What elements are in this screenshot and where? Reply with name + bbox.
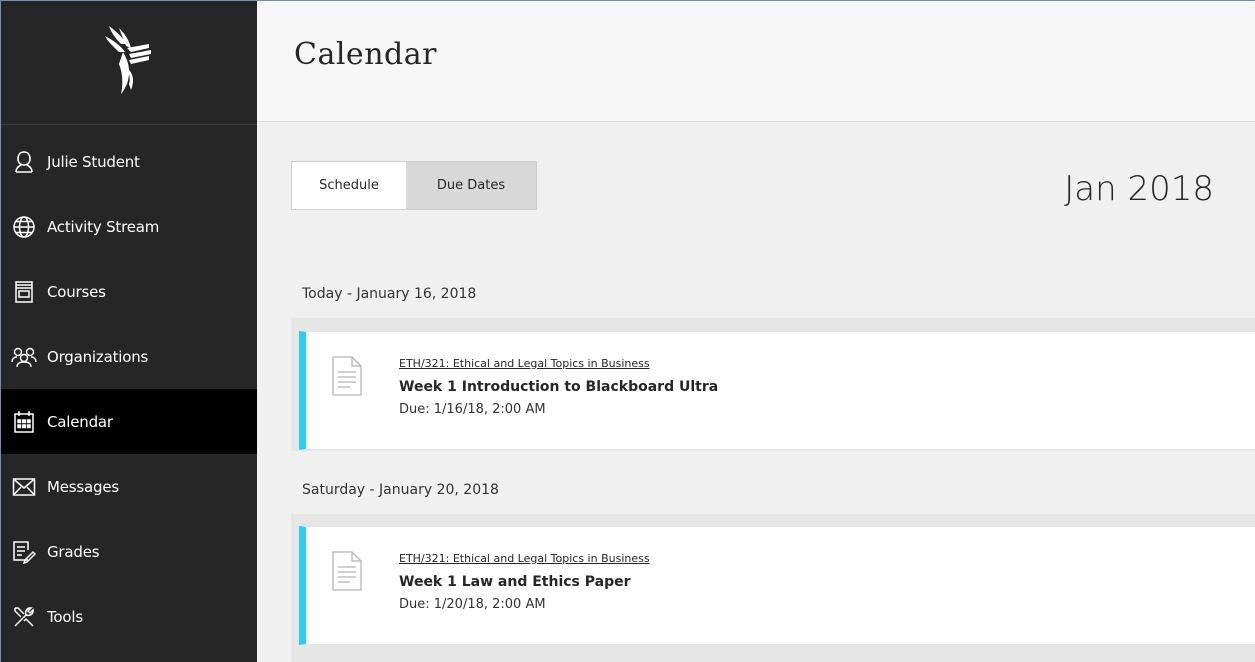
- document-icon: [332, 356, 362, 400]
- sidebar-item-label: Organizations: [47, 347, 149, 366]
- envelope-icon: [11, 474, 37, 500]
- document-icon: [332, 551, 362, 595]
- calendar-icon: [11, 409, 37, 435]
- event-due-date: Due: 1/16/18, 2:00 AM: [399, 402, 546, 417]
- event-course-link[interactable]: ETH/321: Ethical and Legal Topics in Bus…: [399, 357, 650, 370]
- sidebar-item-profile[interactable]: Julie Student: [1, 129, 257, 194]
- sidebar-item-label: Grades: [47, 542, 100, 561]
- event-card[interactable]: ETH/321: Ethical and Legal Topics in Bus…: [299, 331, 1255, 450]
- page-title: Calendar: [294, 37, 437, 72]
- tab-schedule[interactable]: Schedule: [292, 162, 406, 209]
- organizations-icon: [11, 344, 37, 370]
- sidebar-item-label: Tools: [47, 607, 83, 626]
- sidebar-item-label: Courses: [47, 282, 106, 301]
- tools-icon: [11, 604, 37, 630]
- sidebar-item-label: Messages: [47, 477, 119, 496]
- event-title[interactable]: Week 1 Law and Ethics Paper: [399, 574, 631, 590]
- view-tabs: Schedule Due Dates: [291, 161, 537, 210]
- sidebar-item-courses[interactable]: Courses: [1, 259, 257, 324]
- day-header: Today - January 16, 2018: [302, 286, 477, 302]
- sidebar: Julie Student Activity Stream Courses Or…: [1, 1, 257, 662]
- sidebar-item-label: Julie Student: [47, 152, 140, 171]
- event-due-date: Due: 1/20/18, 2:00 AM: [399, 597, 546, 612]
- sidebar-item-messages[interactable]: Messages: [1, 454, 257, 519]
- courses-icon: [11, 279, 37, 305]
- sidebar-item-calendar[interactable]: Calendar: [1, 389, 257, 454]
- event-course-link[interactable]: ETH/321: Ethical and Legal Topics in Bus…: [399, 552, 650, 565]
- phoenix-logo-icon: [105, 25, 151, 94]
- sidebar-item-organizations[interactable]: Organizations: [1, 324, 257, 389]
- sidebar-item-tools[interactable]: Tools: [1, 584, 257, 649]
- grades-icon: [11, 539, 37, 565]
- main-content: Calendar Schedule Due Dates Jan 2018 Tod…: [257, 1, 1255, 662]
- sidebar-item-label: Calendar: [47, 412, 113, 431]
- user-icon: [11, 149, 37, 175]
- globe-icon: [11, 214, 37, 240]
- app-window: Julie Student Activity Stream Courses Or…: [0, 0, 1255, 662]
- event-card[interactable]: ETH/321: Ethical and Legal Topics in Bus…: [299, 526, 1255, 645]
- logo[interactable]: [1, 1, 257, 125]
- sidebar-item-grades[interactable]: Grades: [1, 519, 257, 584]
- month-label: Jan 2018: [1064, 169, 1214, 209]
- tab-due-dates[interactable]: Due Dates: [406, 162, 536, 209]
- event-title[interactable]: Week 1 Introduction to Blackboard Ultra: [399, 379, 718, 395]
- sidebar-item-label: Activity Stream: [47, 217, 160, 236]
- page-header: Calendar: [257, 1, 1255, 122]
- sidebar-item-activity-stream[interactable]: Activity Stream: [1, 194, 257, 259]
- day-header: Saturday - January 20, 2018: [302, 482, 499, 498]
